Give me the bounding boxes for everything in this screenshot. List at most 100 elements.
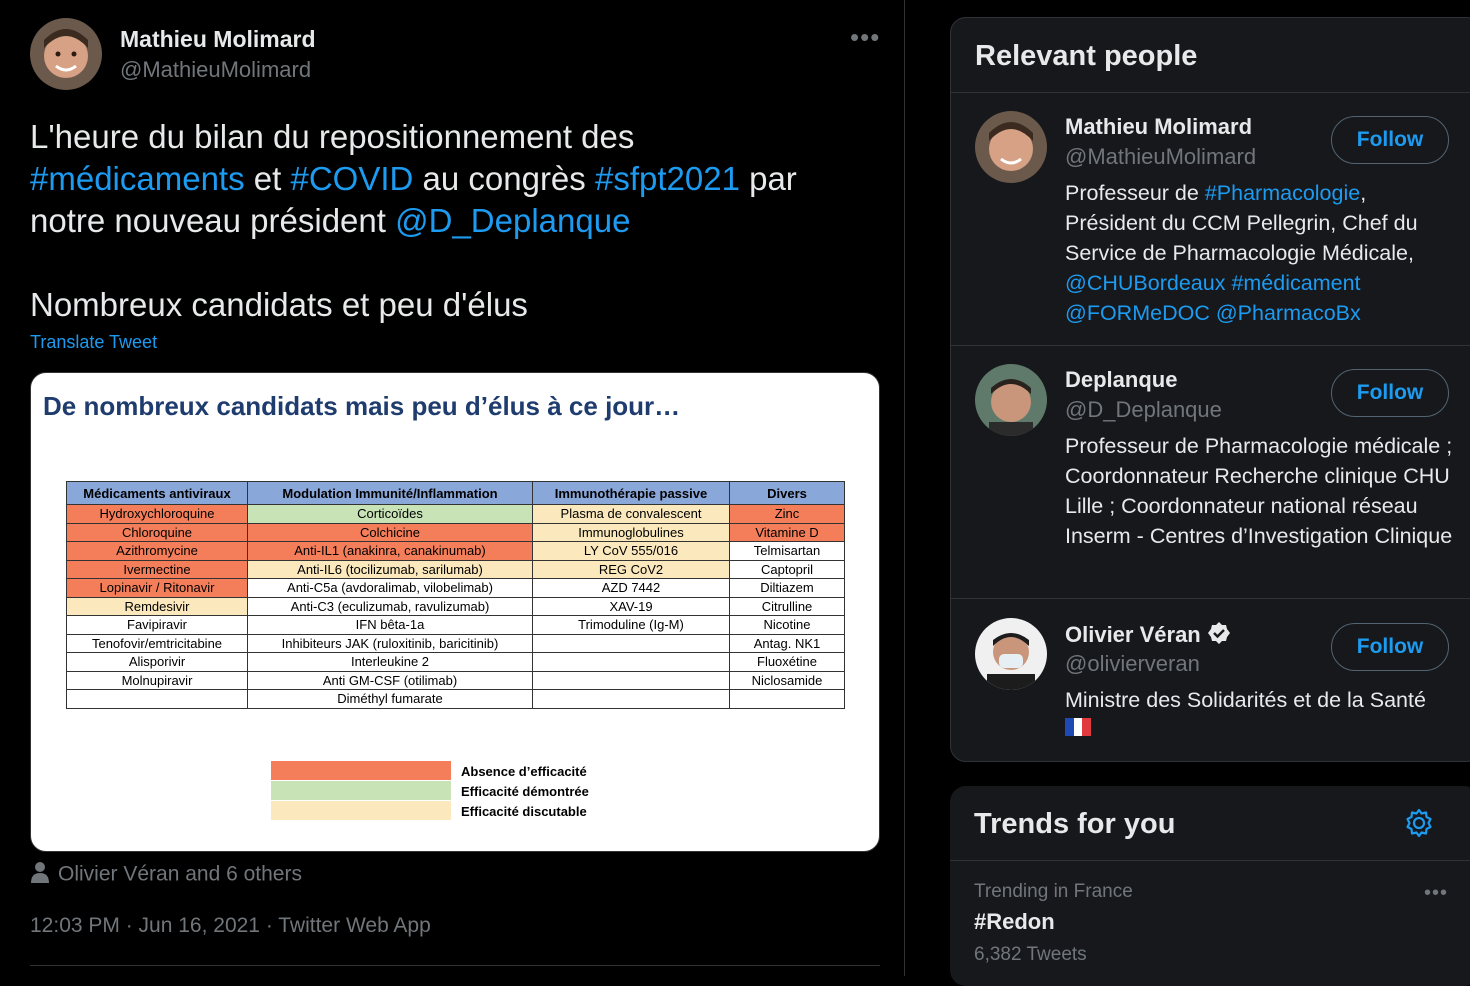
author-name[interactable]: Mathieu Molimard: [120, 26, 316, 53]
person-handle[interactable]: @olivierveran: [1065, 651, 1200, 677]
person-avatar[interactable]: [975, 618, 1047, 690]
tweet-text: L'heure du bilan du repositionnement des…: [30, 116, 850, 242]
trend-name[interactable]: #Redon: [974, 909, 1055, 935]
table-cell: Immunoglobulines: [532, 522, 730, 542]
tweet-text: au congrès: [413, 160, 595, 197]
trends-title: Trends for you: [974, 808, 1176, 840]
divider: [951, 598, 1470, 599]
table-row: Azithromycine Anti-IL1 (anakinra, canakin…: [66, 541, 845, 561]
person-name[interactable]: Deplanque: [1065, 367, 1177, 393]
bio-text: Professeur de: [1065, 181, 1205, 205]
bio-link[interactable]: @CHUBordeaux: [1065, 271, 1225, 295]
table-cell: Diltiazem: [729, 578, 845, 598]
table-cell: Niclosamide: [729, 670, 845, 690]
tweet-link[interactable]: #COVID: [290, 160, 413, 197]
table-row: Lopinavir / Ritonavir Anti-C5a (avdoralim…: [66, 578, 845, 598]
relevant-people-title: Relevant people: [975, 40, 1198, 72]
author-avatar[interactable]: [30, 18, 102, 90]
person-avatar[interactable]: [975, 364, 1047, 436]
table-cell: Telmisartan: [729, 541, 845, 561]
table-cell: Chloroquine: [66, 522, 248, 542]
person-handle[interactable]: @MathieuMolimard: [1065, 144, 1256, 170]
table-cell: Inhibiteurs JAK (ruloxitinib, baricitini…: [247, 633, 533, 653]
table-cell: Hydroxychloroquine: [66, 504, 248, 524]
table-cell: Anti-C5a (avdoralimab, vilobelimab): [247, 578, 533, 598]
table-row: Ivermectine Anti-IL6 (tocilizumab, sarilu…: [66, 559, 845, 579]
trends-panel: Trends for you Trending in France #Redon…: [950, 786, 1470, 986]
legend-swatch-green: [271, 781, 451, 800]
tweet-image[interactable]: De nombreux candidats mais peu d’élus à …: [30, 372, 880, 852]
person-bio: Ministre des Solidarités et de la Santé: [1065, 685, 1455, 715]
translate-tweet-link[interactable]: Translate Tweet: [30, 332, 157, 353]
tweet-timestamp[interactable]: 12:03 PM · Jun 16, 2021 · Twitter Web Ap…: [30, 914, 431, 938]
follow-button[interactable]: Follow: [1331, 623, 1449, 671]
table-cell: Molnupiravir: [66, 670, 248, 690]
trend-more-icon[interactable]: •••: [1424, 882, 1448, 905]
table-cell: Lopinavir / Ritonavir: [66, 578, 248, 598]
bio-link[interactable]: @FORMeDOC: [1065, 301, 1210, 325]
table-cell: Anti-IL6 (tocilizumab, sarilumab): [247, 559, 533, 579]
table-cell: Anti GM-CSF (otilimab): [247, 670, 533, 690]
table-header: Modulation Immunité/Inflammation: [247, 481, 533, 505]
relevant-people-panel: Relevant people Mathieu Molimard @Mathie…: [950, 17, 1470, 762]
verified-badge-icon: [1207, 621, 1231, 651]
table-cell: Zinc: [729, 504, 845, 524]
tweet-link[interactable]: #médicaments: [30, 160, 245, 197]
table-row: Hydroxychloroquine Corticoïdes Plasma de c…: [66, 504, 845, 524]
table-cell: AZD 7442: [532, 578, 730, 598]
liked-by-text[interactable]: Olivier Véran and 6 others: [58, 863, 302, 886]
table-cell: Fluoxétine: [729, 652, 845, 672]
person-name-text[interactable]: Olivier Véran: [1065, 622, 1201, 647]
bio-text: Ministre des Solidarités et de la Santé: [1065, 688, 1426, 712]
table-cell: LY CoV 555/016: [532, 541, 730, 561]
column-divider: [904, 0, 905, 976]
bio-link[interactable]: @PharmacoBx: [1216, 301, 1361, 325]
table-row: Alisporivir Interleukine 2 Fluoxétine: [66, 652, 845, 672]
person-bio: Professeur de #Pharmacologie, Président …: [1065, 178, 1455, 328]
table-cell: Diméthyl fumarate: [247, 689, 533, 709]
france-flag-icon: [1065, 718, 1091, 736]
bio-text: Professeur de Pharmacologie médicale ; C…: [1065, 434, 1453, 548]
table-row: Diméthyl fumarate: [66, 689, 845, 709]
table-cell: Trimoduline (Ig-M): [532, 615, 730, 635]
drug-table: Médicaments antiviraux Modulation Immunit…: [66, 481, 845, 709]
person-handle[interactable]: @D_Deplanque: [1065, 397, 1222, 423]
tweet-link[interactable]: #sfpt2021: [595, 160, 740, 197]
legend-label-green: Efficacité démontrée: [461, 784, 589, 799]
follow-button[interactable]: Follow: [1331, 116, 1449, 164]
table-cell: [532, 652, 730, 672]
bio-link[interactable]: #Pharmacologie: [1205, 181, 1360, 205]
divider: [951, 345, 1470, 346]
person-name[interactable]: Mathieu Molimard: [1065, 114, 1252, 140]
table-header: Divers: [729, 481, 845, 505]
table-row: Favipiravir IFN bêta-1a Trimoduline (Ig-M)…: [66, 615, 845, 635]
table-cell: REG CoV2: [532, 559, 730, 579]
trend-context: Trending in France: [974, 881, 1133, 902]
divider: [951, 92, 1470, 93]
divider: [30, 965, 880, 966]
table-row: Tenofovir/emtricitabine Inhibiteurs JAK (…: [66, 633, 845, 653]
tweet-link[interactable]: @D_Deplanque: [395, 202, 630, 239]
person-avatar[interactable]: [975, 111, 1047, 183]
table-cell: Favipiravir: [66, 615, 248, 635]
table-cell: Nicotine: [729, 615, 845, 635]
trend-count: 6,382 Tweets: [974, 944, 1087, 965]
bio-link[interactable]: #médicament: [1231, 271, 1360, 295]
table-row: Chloroquine Colchicine Immunoglobulines Vit…: [66, 522, 845, 542]
person-bio: Professeur de Pharmacologie médicale ; C…: [1065, 431, 1455, 551]
follow-button[interactable]: Follow: [1331, 369, 1449, 417]
person-name[interactable]: Olivier Véran: [1065, 621, 1231, 651]
more-options-icon[interactable]: •••: [850, 22, 880, 53]
legend-swatch-yellow: [271, 801, 451, 820]
table-header: Médicaments antiviraux: [66, 481, 248, 505]
slide-title: De nombreux candidats mais peu d’élus à …: [43, 391, 681, 421]
settings-gear-icon[interactable]: [1404, 808, 1434, 843]
table-cell: Vitamine D: [729, 522, 845, 542]
divider: [950, 860, 1470, 861]
table-cell: Colchicine: [247, 522, 533, 542]
legend-label-red: Absence d’efficacité: [461, 764, 587, 779]
table-cell: [729, 689, 845, 709]
author-handle[interactable]: @MathieuMolimard: [120, 57, 311, 83]
liked-by[interactable]: Olivier Véran and 6 others: [30, 860, 302, 890]
table-cell: Alisporivir: [66, 652, 248, 672]
